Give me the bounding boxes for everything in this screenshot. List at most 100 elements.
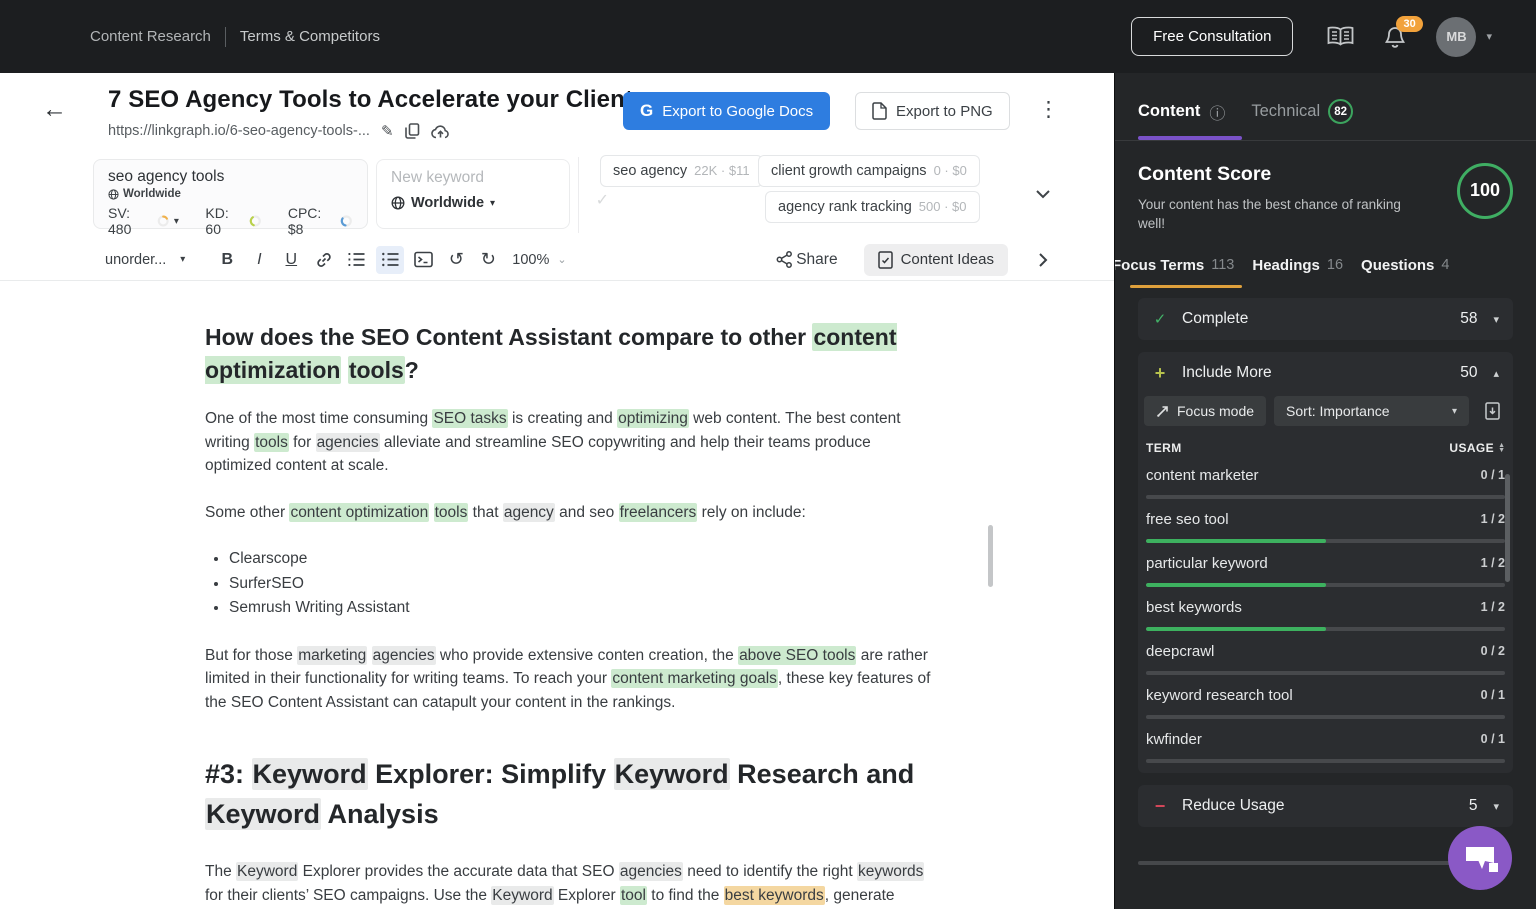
export-google-docs-button[interactable]: G Export to Google Docs [623,92,831,130]
knowledge-base-icon[interactable] [1327,26,1354,47]
back-button[interactable]: ← [42,97,67,122]
code-block-button[interactable] [407,251,440,268]
technical-score-badge: 82 [1328,99,1354,124]
minus-icon: − [1154,795,1166,816]
free-consultation-button[interactable]: Free Consultation [1131,17,1294,56]
content-score-subtitle: Your content has the best chance of rank… [1138,196,1401,231]
sidebar-bottom-scrollbar[interactable] [1138,861,1454,865]
subtab-focus-terms[interactable]: Focus Terms 113 [1115,257,1234,274]
more-options-icon[interactable]: ⋮ [1038,97,1059,122]
term-usage: 0 / 1 [1480,732,1505,746]
term-usage: 1 / 2 [1480,556,1505,570]
subtab-headings[interactable]: Headings 16 [1252,257,1343,274]
keyword-term: seo agency tools [108,168,225,185]
share-button[interactable]: Share [775,250,838,269]
term-name: best keywords [1146,598,1242,616]
globe-icon [391,196,405,210]
redo-button[interactable]: ↻ [472,249,504,270]
export-png-button[interactable]: Export to PNG [855,92,1010,130]
sort-caret-icon: ▾ [1451,405,1457,417]
bold-button[interactable]: B [211,251,243,269]
reduce-usage-section[interactable]: − Reduce Usage 5 ▾ [1138,785,1513,827]
term-row[interactable]: best keywords 1 / 2 [1138,587,1513,631]
new-keyword-card: New keyword Worldwide ▾ ✓ [376,159,609,229]
nav-terms-competitors[interactable]: Terms & Competitors [240,28,380,45]
tab-technical[interactable]: Technical [1251,102,1320,121]
subtab-questions[interactable]: Questions 4 [1361,257,1449,274]
complete-count: 58 [1460,310,1478,327]
editor-scrollbar[interactable] [988,525,993,587]
content-ideas-icon [877,250,893,269]
term-row[interactable]: deepcrawl 0 / 2 [1138,631,1513,675]
edit-url-icon[interactable]: ✎ [381,122,394,140]
tab-content[interactable]: Content [1138,102,1200,121]
editor-toolbar: unorder... ▾ B I U ↺ ↻ 100% ⌄ Share Cont… [0,239,1114,281]
expand-keywords-chevron-icon[interactable] [1032,183,1054,205]
keyword-bar: seo agency tools Worldwide SV: 480 ▾ KD:… [0,155,1114,239]
file-icon [872,102,887,120]
region-caret-icon: ▾ [490,197,496,209]
term-usage: 0 / 1 [1480,688,1505,702]
term-usage: 1 / 2 [1480,512,1505,526]
reduce-usage-count: 5 [1468,797,1478,814]
nav-content-research[interactable]: Content Research [90,28,211,45]
doc-block-h2: #3: Keyword Explorer: Simplify Keyword R… [205,758,915,830]
format-dropdown[interactable]: unorder... ▾ [105,252,185,268]
term-usage: 1 / 2 [1480,600,1505,614]
terms-scrollbar[interactable] [1505,474,1510,582]
term-row[interactable]: content marketer 0 / 1 [1138,455,1513,499]
term-name: free seo tool [1146,510,1229,528]
plus-icon: + [1154,362,1166,383]
primary-keyword-card[interactable]: seo agency tools Worldwide SV: 480 ▾ KD:… [93,159,368,237]
include-more-header[interactable]: + Include More 50 ▴ [1138,352,1513,394]
doc-block-p: One of the most time consuming SEO tasks… [205,409,901,474]
link-button[interactable] [307,251,340,269]
search-volume-stat[interactable]: SV: 480 ▾ [108,205,179,237]
keyword-chip[interactable]: seo agency 22K · $11 [600,155,763,187]
term-row[interactable]: kwfinder 0 / 1 [1138,719,1513,763]
term-row[interactable]: keyword research tool 0 / 1 [1138,675,1513,719]
zoom-select[interactable]: 100% ⌄ [512,252,566,268]
document-url[interactable]: https://linkgraph.io/6-seo-agency-tools-… [108,123,370,139]
avatar[interactable]: MB [1436,16,1477,57]
confirm-keyword-check-icon[interactable]: ✓ [596,190,609,210]
content-score-title: Content Score [1138,162,1272,185]
toolbar-next-chevron-icon[interactable] [1034,251,1052,269]
cpc-gauge-icon [341,215,353,227]
content-ideas-button[interactable]: Content Ideas [863,243,1008,276]
sort-arrows-icon: ▲ ▼ [1498,442,1505,454]
term-row[interactable]: particular keyword 1 / 2 [1138,543,1513,587]
document-editor[interactable]: How does the SEO Content Assistant compa… [0,281,940,909]
chat-widget-button[interactable] [1448,826,1512,890]
italic-button[interactable]: I [243,251,275,269]
sv-caret-icon: ▾ [173,215,179,227]
account-menu-caret-icon[interactable]: ▾ [1486,30,1492,43]
sort-dropdown[interactable]: Sort: Importance ▾ [1274,396,1469,426]
cloud-upload-icon[interactable] [430,124,450,139]
keyword-chip[interactable]: agency rank tracking 500 · $0 [765,191,980,223]
term-name: kwfinder [1146,730,1202,748]
underline-button[interactable]: U [275,251,307,269]
optimization-sidebar: Content ⓘ Technical 82 Content Score You… [1114,73,1536,909]
page-title: 7 SEO Agency Tools to Accelerate your Cl… [108,86,661,113]
keyword-region: Worldwide [123,188,181,200]
keyword-chip[interactable]: client growth campaigns 0 · $0 [758,155,980,187]
complete-section[interactable]: ✓ Complete 58 ▾ [1138,298,1513,340]
focus-mode-button[interactable]: Focus mode [1144,396,1267,426]
term-row[interactable]: free seo tool 1 / 2 [1138,499,1513,543]
chevron-up-icon: ▴ [1493,367,1499,380]
ordered-list-button[interactable] [340,251,373,268]
cpc-stat: CPC: $8 [288,205,353,237]
export-terms-button[interactable] [1477,396,1507,426]
info-icon[interactable]: ⓘ [1209,100,1225,124]
unordered-list-button[interactable] [376,245,405,274]
chat-widget-handle [1489,863,1498,872]
keyword-difficulty-stat: KD: 60 [205,205,261,237]
sidebar-divider [1115,139,1536,141]
usage-sort-header[interactable]: USAGE ▲ ▼ [1449,441,1505,455]
new-keyword-region-select[interactable]: Worldwide ▾ [391,195,555,211]
copy-url-icon[interactable] [404,123,420,139]
notifications-bell[interactable]: 30 [1384,15,1423,49]
undo-button[interactable]: ↺ [440,249,472,270]
new-keyword-input[interactable]: New keyword [391,169,555,187]
